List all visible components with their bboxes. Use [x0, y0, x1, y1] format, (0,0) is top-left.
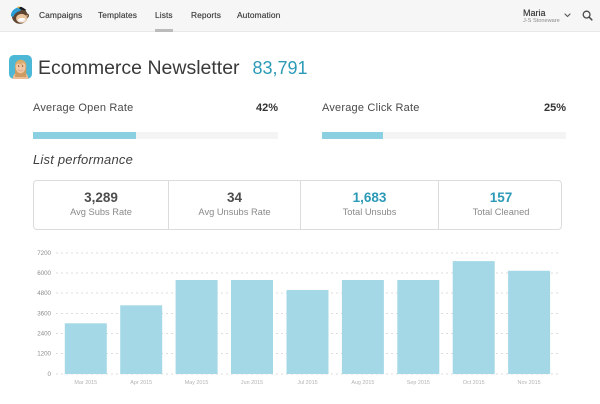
svg-text:3600: 3600	[37, 311, 51, 318]
svg-text:2400: 2400	[37, 331, 51, 338]
svg-text:Apr 2015: Apr 2015	[130, 380, 152, 386]
svg-text:Jun 2015: Jun 2015	[241, 380, 263, 386]
svg-text:Nov 2015: Nov 2015	[518, 380, 541, 386]
svg-text:Aug 2015: Aug 2015	[351, 380, 374, 386]
svg-text:Oct 2015: Oct 2015	[463, 380, 485, 386]
svg-text:0: 0	[48, 371, 52, 378]
svg-text:6000: 6000	[37, 270, 51, 277]
svg-text:Jul 2015: Jul 2015	[297, 380, 317, 386]
svg-text:7200: 7200	[37, 250, 51, 257]
svg-text:4800: 4800	[37, 290, 51, 297]
svg-text:May 2015: May 2015	[185, 380, 209, 386]
svg-text:Mar 2015: Mar 2015	[74, 380, 97, 386]
svg-text:Sep 2015: Sep 2015	[407, 380, 430, 386]
svg-text:1200: 1200	[37, 351, 51, 358]
